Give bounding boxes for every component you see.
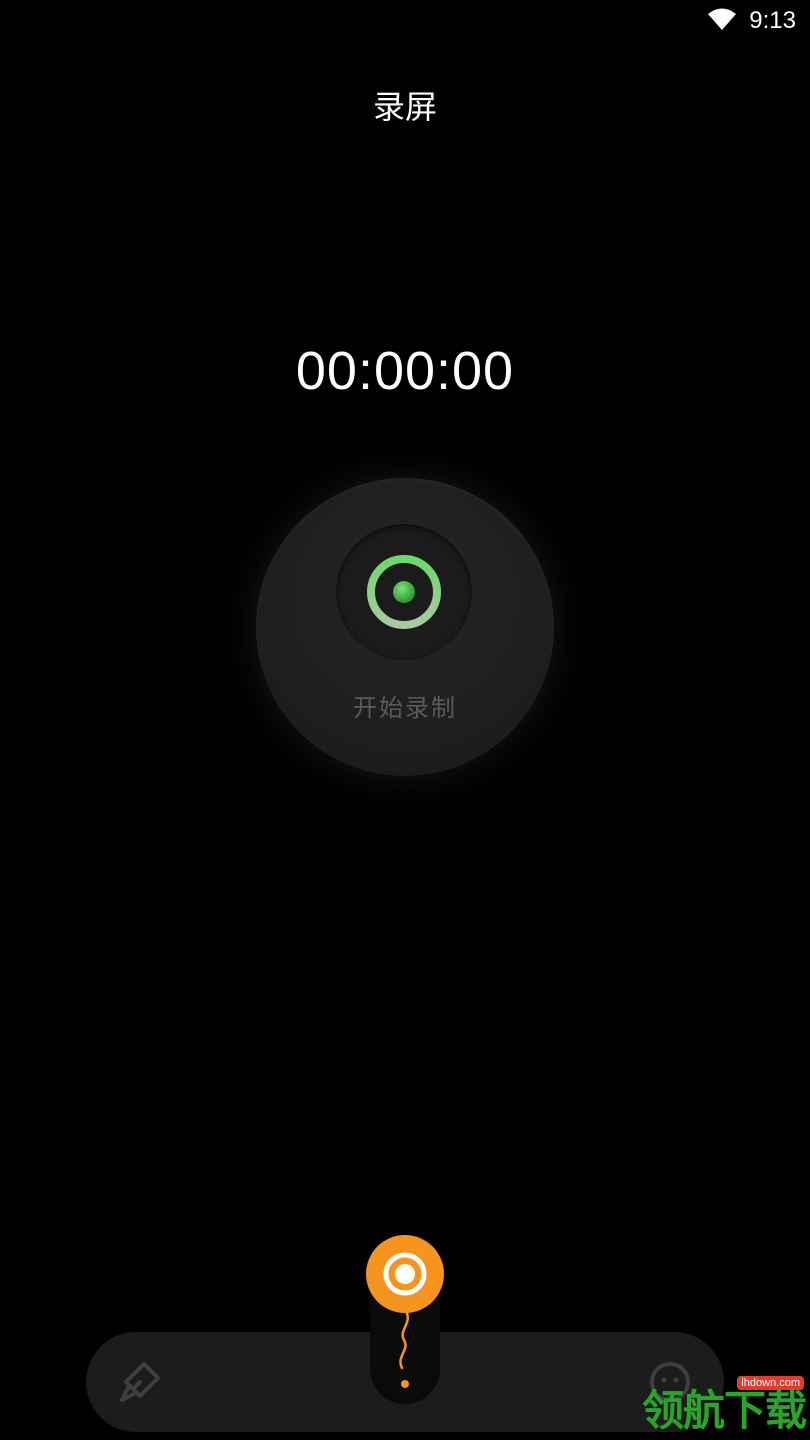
watermark: lhdown.com 领航下载 <box>620 1376 810 1440</box>
status-time: 9:13 <box>749 7 796 34</box>
record-float-icon <box>383 1252 427 1296</box>
page-title: 录屏 <box>372 88 437 126</box>
brush-icon <box>120 1362 160 1402</box>
brush-button[interactable] <box>108 1350 172 1414</box>
record-icon <box>367 555 441 629</box>
start-recording-button[interactable]: 开始录制 <box>256 478 554 776</box>
floating-record-button[interactable] <box>366 1235 444 1313</box>
status-bar: 9:13 <box>707 0 810 42</box>
watermark-text: 领航下载 <box>641 1386 807 1435</box>
wifi-icon <box>707 7 737 35</box>
start-recording-label: 开始录制 <box>353 694 457 722</box>
recording-timer: 00:00:00 <box>295 341 515 401</box>
record-icon-well <box>336 524 472 660</box>
balloon-string <box>399 1308 410 1388</box>
screen: 9:13 录屏 00:00:00 开始录制 lhdown.com 领航下载 <box>0 0 810 1440</box>
